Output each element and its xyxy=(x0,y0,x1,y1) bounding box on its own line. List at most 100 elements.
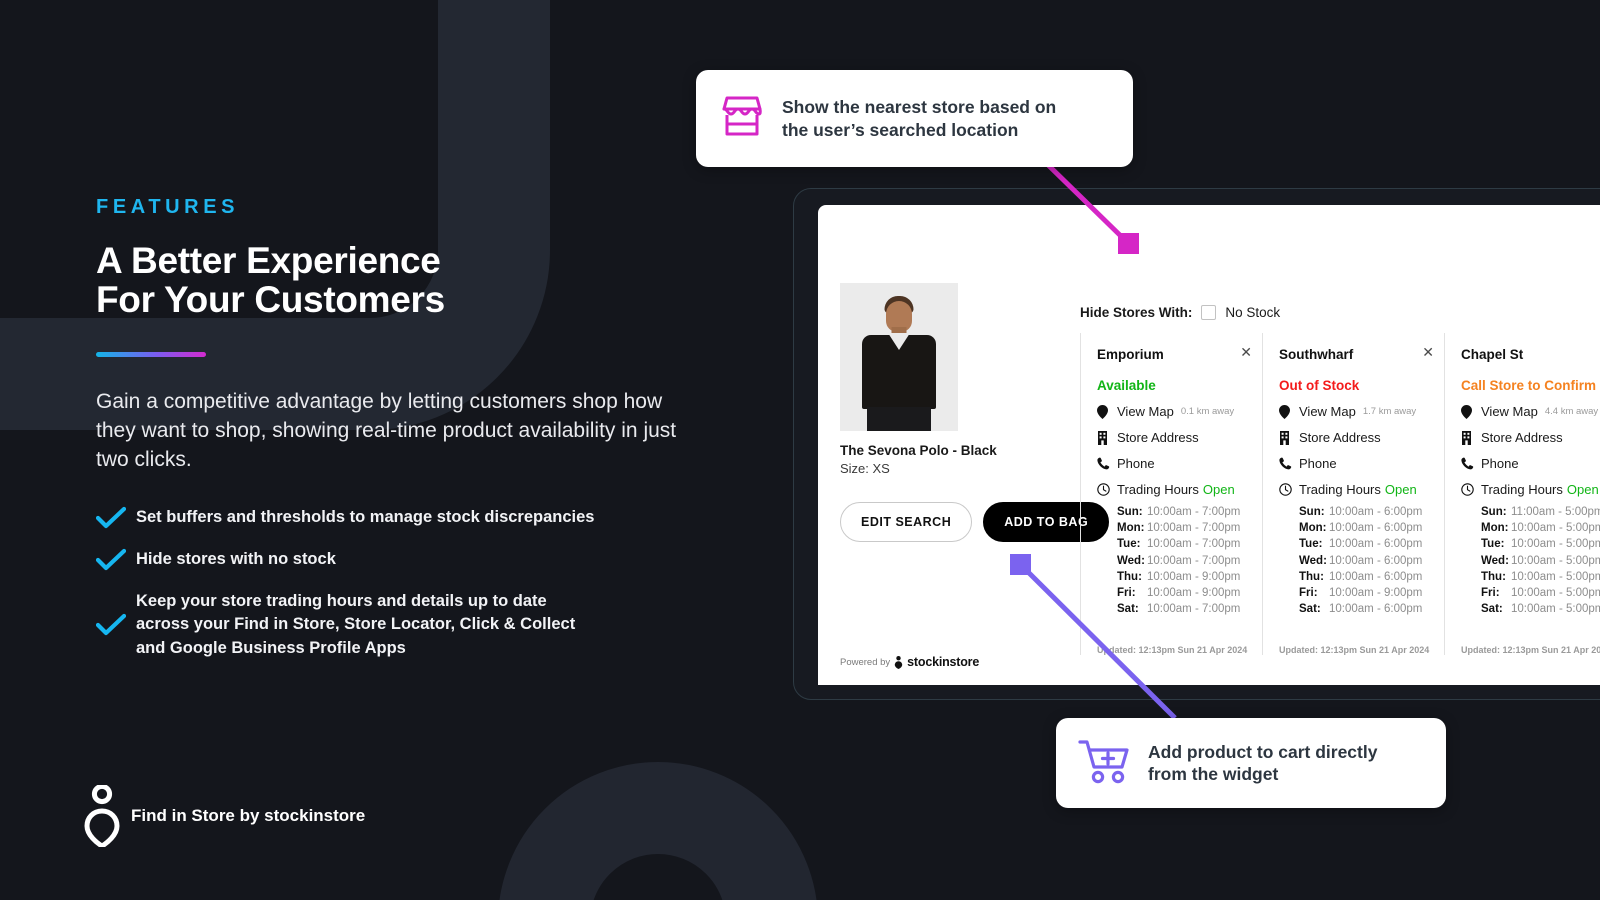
hours-day: Mon: xyxy=(1299,522,1327,535)
hours-day: Sun: xyxy=(1299,506,1325,518)
no-stock-checkbox[interactable] xyxy=(1201,305,1217,320)
hours-row: Fri: 10:00am - 9:00pm xyxy=(1299,585,1430,601)
check-icon xyxy=(96,613,136,637)
hours-row: Wed: 10:00am - 5:00pm xyxy=(1481,553,1600,569)
check-icon xyxy=(96,506,136,530)
callout-line-2: the user’s searched location xyxy=(782,119,1019,140)
hours-row: Sat: 10:00am - 6:00pm xyxy=(1299,601,1430,617)
hours-value: 10:00am - 6:00pm xyxy=(1329,538,1423,551)
store-address-row[interactable]: Store Address xyxy=(1097,430,1248,445)
map-pin-icon xyxy=(1097,404,1117,419)
product-title: The Sevona Polo - Black xyxy=(840,443,997,458)
hours-value: 10:00am - 7:00pm xyxy=(1147,603,1241,616)
callout-line-1: Add product to cart directly xyxy=(1148,741,1378,762)
headline-line-1: A Better Experience xyxy=(96,240,441,281)
store-address-row[interactable]: Store Address xyxy=(1279,430,1430,445)
store-card: ✕ Emporium Available View Map 0.1 km awa… xyxy=(1080,333,1262,655)
hours-row: Thu: 10:00am - 5:00pm xyxy=(1481,569,1600,585)
hide-stores-filter: Hide Stores With: No Stock xyxy=(1080,305,1280,320)
updated-timestamp: Updated: 12:13pm Sun 21 Apr 2024 xyxy=(1097,645,1248,655)
hours-value: 10:00am - 6:00pm xyxy=(1329,603,1423,616)
building-icon xyxy=(1097,430,1117,445)
product-panel: The Sevona Polo - Black Size: XS EDIT SE… xyxy=(840,283,1110,542)
hours-day: Wed: xyxy=(1117,554,1145,567)
updated-timestamp: Updated: 12:13pm Sun 21 Apr 2024 xyxy=(1279,645,1430,655)
hours-row: Sun: 10:00am - 7:00pm xyxy=(1117,504,1248,520)
hours-value: 11:00am - 5:00pm xyxy=(1511,506,1600,518)
check-icon xyxy=(96,548,136,572)
hours-day: Thu: xyxy=(1299,570,1324,583)
clock-icon xyxy=(1097,483,1117,496)
edit-search-button[interactable]: EDIT SEARCH xyxy=(840,502,973,542)
phone-row[interactable]: Phone xyxy=(1097,456,1248,471)
store-distance: 4.4 km away xyxy=(1544,406,1599,417)
device-frame: The Sevona Polo - Black Size: XS EDIT SE… xyxy=(793,188,1600,700)
brand-label: Find in Store by stockinstore xyxy=(131,806,366,825)
hours-day: Tue: xyxy=(1117,538,1141,551)
hours-value: 10:00am - 7:00pm xyxy=(1147,522,1241,535)
hours-day: Sat: xyxy=(1299,603,1321,616)
phone-label: Phone xyxy=(1299,456,1337,471)
hours-day: Fri: xyxy=(1299,587,1318,600)
powered-by-name: stockinstore xyxy=(907,655,980,669)
status-badge: Out of Stock xyxy=(1279,378,1360,393)
hours-value: 10:00am - 5:00pm xyxy=(1511,570,1600,583)
hours-value: 10:00am - 6:00pm xyxy=(1329,570,1423,583)
callout-label: Add product to cart directly from the wi… xyxy=(1148,741,1377,786)
close-icon[interactable]: ✕ xyxy=(1422,345,1434,359)
hours-row: Wed: 10:00am - 7:00pm xyxy=(1117,553,1248,569)
cart-plus-icon xyxy=(1078,738,1132,789)
hours-day: Fri: xyxy=(1481,587,1500,600)
phone-row[interactable]: Phone xyxy=(1279,456,1430,471)
hours-row: Mon: 10:00am - 5:00pm xyxy=(1481,520,1600,536)
hours-row: Tue: 10:00am - 5:00pm xyxy=(1481,536,1600,552)
hours-value: 10:00am - 6:00pm xyxy=(1329,522,1423,535)
headline-line-2: For Your Customers xyxy=(96,279,445,321)
powered-by-label: Powered by xyxy=(840,656,891,668)
store-address-row[interactable]: Store Address xyxy=(1461,430,1600,445)
hours-row: Wed: 10:00am - 6:00pm xyxy=(1299,553,1430,569)
view-map-row[interactable]: View Map 4.4 km away xyxy=(1461,404,1600,419)
phone-row[interactable]: Phone xyxy=(1461,456,1600,471)
view-map-label: View Map xyxy=(1299,404,1356,419)
view-map-row[interactable]: View Map 0.1 km away xyxy=(1097,404,1248,419)
hours-list: Sun: 10:00am - 7:00pm Mon: 10:00am - 7:00p… xyxy=(1097,504,1248,617)
list-item: Set buffers and thresholds to manage sto… xyxy=(96,506,696,530)
eyebrow-label: FEATURES xyxy=(96,196,240,218)
store-card: ✕ Chapel St Call Store to Confirm View M… xyxy=(1444,333,1600,655)
gradient-divider xyxy=(96,352,206,358)
hours-day: Sun: xyxy=(1481,506,1507,518)
location-pin-icon xyxy=(84,783,120,849)
hours-row: Tue: 10:00am - 7:00pm xyxy=(1117,536,1248,552)
hours-row: Tue: 10:00am - 6:00pm xyxy=(1299,536,1430,552)
hours-value: 10:00am - 5:00pm xyxy=(1511,587,1600,600)
list-item: Keep your store trading hours and detail… xyxy=(96,590,696,660)
hours-day: Thu: xyxy=(1481,570,1506,583)
store-name: Emporium xyxy=(1097,347,1164,362)
hours-value: 10:00am - 5:00pm xyxy=(1511,522,1600,535)
hours-value: 10:00am - 6:00pm xyxy=(1329,554,1423,567)
store-card: ✕ Southwharf Out of Stock View Map 1.7 k… xyxy=(1262,333,1444,655)
hours-row: Mon: 10:00am - 7:00pm xyxy=(1117,520,1248,536)
view-map-label: View Map xyxy=(1481,404,1538,419)
phone-icon xyxy=(1097,457,1117,470)
store-name: Southwharf xyxy=(1279,347,1354,362)
close-icon[interactable]: ✕ xyxy=(1240,345,1252,359)
callout-line-1: Show the nearest store based on xyxy=(782,97,1057,118)
hours-row: Sun: 11:00am - 5:00pm xyxy=(1481,504,1600,520)
callout-label: Show the nearest store based on the user… xyxy=(782,96,1056,141)
hours-day: Thu: xyxy=(1117,570,1142,583)
hours-day: Fri: xyxy=(1117,587,1136,600)
brand-lockup: Find in Store by stockinstore xyxy=(84,783,366,849)
hours-list: Sun: 11:00am - 5:00pm Mon: 10:00am - 5:00p… xyxy=(1461,504,1600,617)
view-map-label: View Map xyxy=(1117,404,1174,419)
view-map-row[interactable]: View Map 1.7 km away xyxy=(1279,404,1430,419)
hours-value: 10:00am - 5:00pm xyxy=(1511,603,1600,616)
hours-day: Sun: xyxy=(1117,506,1143,518)
powered-by: Powered by stockinstore xyxy=(840,655,979,669)
hours-row: Sat: 10:00am - 5:00pm xyxy=(1481,601,1600,617)
trading-hours-label: Trading Hours xyxy=(1481,482,1563,497)
open-state: Open xyxy=(1384,482,1417,497)
store-address-label: Store Address xyxy=(1481,430,1563,445)
page-title: A Better Experience For Your Customers xyxy=(96,240,696,321)
